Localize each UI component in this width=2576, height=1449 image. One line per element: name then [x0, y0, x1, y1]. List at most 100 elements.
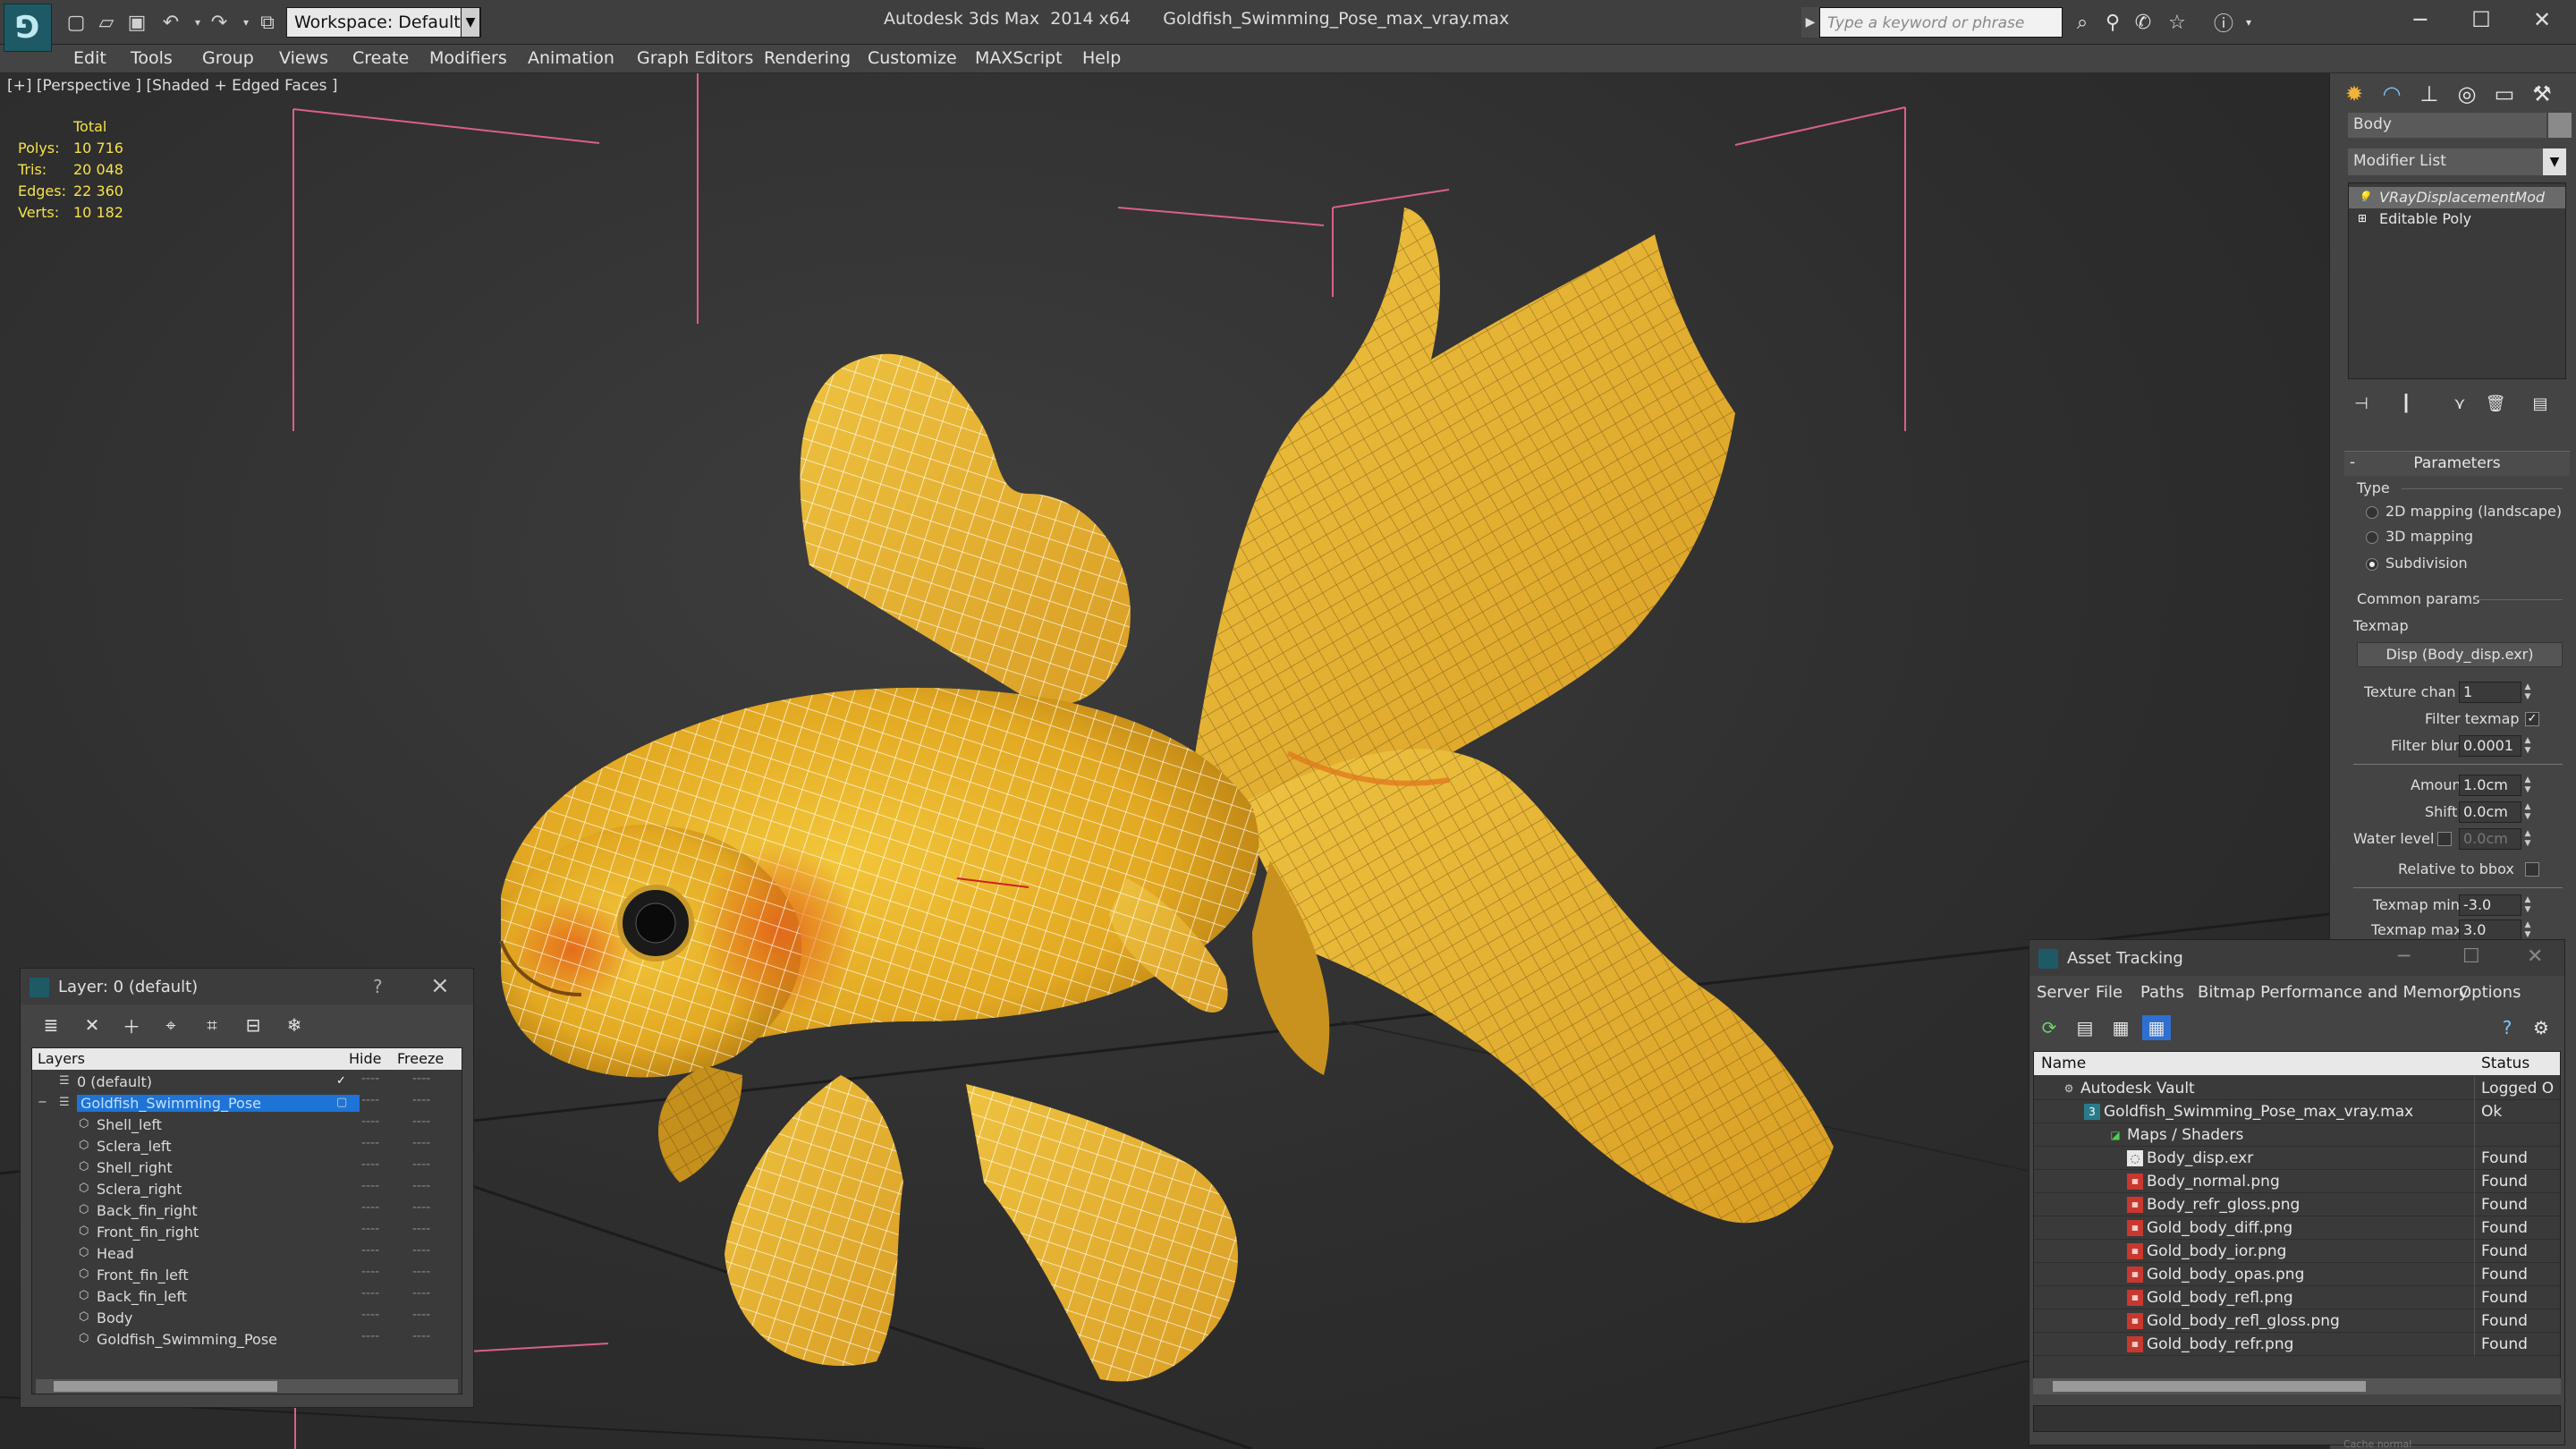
app-logo-button[interactable]: ⅁ [4, 4, 52, 52]
select-objects-icon[interactable]: ⌖ [158, 1013, 183, 1037]
help-dropdown-icon[interactable]: ▾ [2234, 9, 2263, 36]
scrollbar-thumb[interactable] [2053, 1381, 2366, 1392]
asset-menu-paths[interactable]: Paths [2140, 983, 2184, 1002]
hide-toggle[interactable]: ---- [361, 1222, 379, 1236]
asset-row[interactable]: ▦ Body_normal.png Found [2034, 1170, 2560, 1193]
relative-to-bbox-checkbox[interactable] [2525, 862, 2539, 877]
make-unique-icon[interactable]: ⋎ [2446, 392, 2473, 415]
close-icon[interactable]: ✕ [2527, 945, 2543, 968]
name-column-header[interactable]: Name [2041, 1055, 2086, 1072]
asset-row[interactable]: ▦ Body_refr_gloss.png Found [2034, 1193, 2560, 1216]
modify-tab-icon[interactable]: ◠ [2377, 79, 2407, 109]
layer-horizontal-scrollbar[interactable] [36, 1379, 458, 1394]
tree-view-icon[interactable]: ▦ [2106, 1015, 2135, 1040]
radio-3d-mapping[interactable] [2366, 531, 2378, 544]
lightbulb-icon[interactable]: 💡 [2358, 191, 2371, 203]
menu-graph-editors[interactable]: Graph Editors [637, 48, 753, 68]
object-row[interactable]: ⬡ Front_fin_right ---- ---- [32, 1222, 462, 1243]
object-name-field[interactable]: Body [2348, 113, 2546, 138]
hide-toggle[interactable]: ---- [361, 1308, 379, 1322]
modifier-list-dropdown[interactable]: Modifier List ▼ [2348, 148, 2566, 175]
configure-modifier-sets-icon[interactable]: ▤ [2527, 392, 2554, 415]
menu-edit[interactable]: Edit [73, 48, 106, 68]
hide-toggle[interactable]: ---- [361, 1179, 379, 1193]
hide-toggle[interactable]: ---- [361, 1157, 379, 1172]
hide-all-icon[interactable]: ⊟ [241, 1013, 266, 1037]
layers-column-header[interactable]: Layers [38, 1050, 85, 1067]
asset-horizontal-scrollbar[interactable] [2033, 1378, 2561, 1394]
object-row[interactable]: ⬡ Sclera_right ---- ---- [32, 1179, 462, 1200]
asset-menu-file[interactable]: File [2096, 983, 2123, 1002]
asset-row[interactable]: ▦ Gold_body_refl.png Found [2034, 1286, 2560, 1309]
object-row[interactable]: ⬡ Shell_left ---- ---- [32, 1114, 462, 1136]
workspace-dropdown-icon[interactable]: ▼ [461, 7, 480, 38]
hide-toggle[interactable]: ---- [361, 1114, 379, 1129]
asset-row[interactable]: ⚙ Autodesk Vault Logged O [2034, 1077, 2560, 1100]
texmap-max-spinner[interactable]: 3.0 ▲ ▼ [2459, 919, 2530, 941]
asset-menu-bitmap[interactable]: Bitmap Performance and Memory [2198, 983, 2469, 1002]
freeze-toggle[interactable]: ---- [412, 1329, 430, 1343]
object-row[interactable]: ⬡ Sclera_left ---- ---- [32, 1136, 462, 1157]
rollout-collapse-toggle[interactable]: - [2350, 453, 2355, 471]
menu-rendering[interactable]: Rendering [764, 48, 851, 68]
freeze-toggle[interactable]: ---- [412, 1136, 430, 1150]
object-color-swatch[interactable] [2548, 113, 2572, 138]
hide-toggle[interactable]: ---- [361, 1072, 379, 1086]
maximize-icon[interactable]: ☐ [2451, 0, 2512, 39]
freeze-column-header[interactable]: Freeze [397, 1050, 444, 1067]
viewport-label[interactable]: [+] [Perspective ] [Shaded + Edged Faces… [7, 77, 337, 95]
workspace-select[interactable]: Workspace: Default [286, 7, 481, 38]
freeze-toggle[interactable]: ---- [412, 1222, 430, 1236]
asset-row[interactable]: ◌ Body_disp.exr Found [2034, 1147, 2560, 1170]
asset-menu-server[interactable]: Server [2037, 983, 2089, 1002]
asset-row[interactable]: ▦ Gold_body_opas.png Found [2034, 1263, 2560, 1286]
highlight-layer-icon[interactable]: ⌗ [199, 1013, 225, 1037]
asset-row[interactable]: ▦ Gold_body_refr.png Found [2034, 1333, 2560, 1356]
water-level-checkbox[interactable] [2437, 832, 2452, 846]
menu-help[interactable]: Help [1082, 48, 1121, 68]
object-row[interactable]: ⬡ Head ---- ---- [32, 1243, 462, 1265]
refresh-icon[interactable]: ⟳ [2035, 1015, 2063, 1040]
menu-views[interactable]: Views [279, 48, 328, 68]
asset-row[interactable]: ◪ Maps / Shaders [2034, 1123, 2560, 1147]
stack-item-vraydisplacement[interactable]: 💡 VRayDisplacementMod [2349, 187, 2565, 208]
stack-item-editable-poly[interactable]: ⊞ Editable Poly [2349, 208, 2565, 230]
collapse-icon[interactable]: − [38, 1096, 50, 1110]
menu-tools[interactable]: Tools [131, 48, 173, 68]
filter-blur-spinner[interactable]: 0.0001 ▲ ▼ [2459, 735, 2530, 757]
asset-row[interactable]: ▦ Gold_body_refl_gloss.png Found [2034, 1309, 2560, 1333]
freeze-toggle[interactable]: ---- [412, 1308, 430, 1322]
hide-toggle[interactable]: ---- [361, 1093, 379, 1107]
hide-toggle[interactable]: ---- [361, 1243, 379, 1258]
asset-row[interactable]: ▦ Gold_body_diff.png Found [2034, 1216, 2560, 1240]
texmap-button[interactable]: Disp (Body_disp.exr) [2357, 642, 2563, 667]
object-row[interactable]: ⬡ Shell_right ---- ---- [32, 1157, 462, 1179]
status-column-header[interactable]: Status [2481, 1055, 2529, 1072]
menu-create[interactable]: Create [352, 48, 409, 68]
hide-toggle[interactable]: ---- [361, 1200, 379, 1215]
new-scene-icon[interactable]: ▢ [63, 9, 89, 36]
add-to-layer-icon[interactable]: ＋ [119, 1013, 144, 1038]
motion-tab-icon[interactable]: ◎ [2452, 79, 2482, 109]
minimize-icon[interactable]: ─ [2398, 945, 2410, 968]
freeze-toggle[interactable]: ---- [412, 1200, 430, 1215]
favorites-star-icon[interactable]: ☆ [2163, 9, 2191, 36]
menu-animation[interactable]: Animation [528, 48, 614, 68]
layer-row-default[interactable]: ☰ 0 (default) ✓ ---- ---- [32, 1072, 462, 1093]
display-tab-icon[interactable]: ▭ [2489, 79, 2520, 109]
menu-maxscript[interactable]: MAXScript [975, 48, 1063, 68]
freeze-toggle[interactable]: ---- [412, 1243, 430, 1258]
radio-subdivision[interactable] [2366, 558, 2378, 571]
subscription-icon[interactable]: ⚲ [2098, 9, 2127, 36]
delete-layer-icon[interactable]: ✕ [80, 1013, 105, 1037]
freeze-toggle[interactable]: ---- [412, 1072, 430, 1086]
menu-group[interactable]: Group [202, 48, 254, 68]
settings-icon[interactable]: ⚙ [2527, 1015, 2555, 1040]
pin-stack-icon[interactable]: ⊣ [2348, 392, 2375, 415]
hide-toggle[interactable]: ---- [361, 1136, 379, 1150]
utilities-tab-icon[interactable]: ⚒ [2527, 79, 2557, 109]
maximize-icon[interactable]: ☐ [2462, 945, 2480, 968]
parameters-rollout-header[interactable]: - Parameters [2344, 451, 2570, 476]
object-row[interactable]: ⬡ Front_fin_left ---- ---- [32, 1265, 462, 1286]
show-end-result-icon[interactable]: ┃ [2393, 392, 2419, 415]
